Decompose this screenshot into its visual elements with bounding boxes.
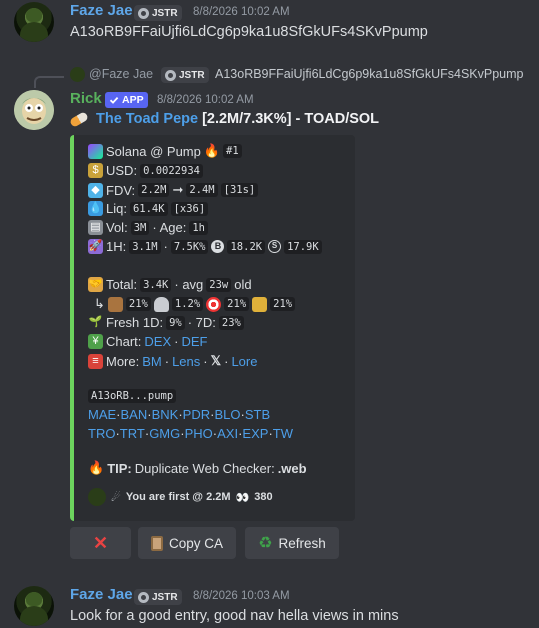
- avatar[interactable]: [14, 2, 54, 42]
- buy-icon: B: [211, 240, 225, 253]
- message-3: Faze Jae JSTR 8/8/2026 10:03 AM Look for…: [0, 584, 539, 628]
- close-icon: ✕: [92, 532, 109, 553]
- box-icon: [107, 296, 123, 312]
- liq-row: 💧 Liq: 61.4K [x36]: [88, 201, 209, 216]
- total-row: 🤝 Total: 3.4K · avg 23w old: [88, 277, 252, 292]
- reply-text: A13oRB9FFaiUjfi6LdCg6p9ka1u8SfGkUFs4SKvP…: [215, 67, 524, 81]
- fire-icon: 🔥: [203, 143, 221, 158]
- more-row: ≡ More: BM · Lens · 𝕏 · Lore: [88, 353, 257, 369]
- fire-icon: 🔥: [88, 460, 105, 475]
- more-link-lore[interactable]: Lore: [231, 354, 257, 369]
- contract-address[interactable]: A13oRB...pump: [88, 389, 177, 403]
- solana-icon: [88, 143, 103, 159]
- arrow-icon: ➞: [172, 182, 184, 197]
- target-icon: [206, 296, 222, 312]
- trade-link-mae[interactable]: MAE: [88, 407, 116, 422]
- reply-guild-tag: JSTR: [161, 67, 209, 83]
- guild-icon: [138, 591, 149, 603]
- rick-face-icon: [14, 90, 54, 130]
- eyes-icon: 👀: [235, 491, 250, 504]
- author-name[interactable]: Rick: [70, 90, 102, 107]
- branch-icon: ↳: [94, 296, 105, 311]
- usd-row: $ USD: 0.0022934: [88, 163, 203, 178]
- refresh-button[interactable]: ♻ Refresh: [245, 527, 339, 559]
- reply-avatar: [70, 67, 85, 82]
- abacus-icon: ≡: [88, 353, 103, 369]
- trade-link-tw[interactable]: TW: [273, 426, 293, 441]
- author-name[interactable]: Faze Jae: [70, 586, 133, 603]
- developer-icon: [252, 296, 268, 312]
- timestamp: 8/8/2026 10:02 AM: [193, 6, 290, 18]
- bot-avatar[interactable]: [14, 90, 54, 130]
- ghost-icon: [153, 296, 169, 312]
- trade-link-exp[interactable]: EXP: [242, 426, 268, 441]
- trade-link-axi[interactable]: AXI: [217, 426, 238, 441]
- trade-link-stb[interactable]: STB: [245, 407, 270, 422]
- tip-row: 🔥 TIP: Duplicate Web Checker: .web: [88, 460, 307, 476]
- timestamp: 8/8/2026 10:02 AM: [157, 94, 254, 106]
- timestamp: 8/8/2026 10:03 AM: [193, 590, 290, 602]
- seedling-icon: 🌱: [88, 316, 103, 328]
- guild-tag[interactable]: JSTR: [134, 589, 182, 605]
- fdv-row: ◆ FDV: 2.2M ➞ 2.4M [31s]: [88, 182, 259, 198]
- guild-tag[interactable]: JSTR: [134, 5, 182, 21]
- vol-row: ▤ Vol: 3M · Age: 1h: [88, 220, 208, 235]
- chart-link-dex[interactable]: DEX: [144, 334, 171, 349]
- hour-row: 🚀 1H: 3.1M · 7.5K% B 18.2K S 17.9K: [88, 239, 322, 254]
- comet-icon: ☄: [111, 491, 121, 504]
- verified-check-icon: [109, 96, 119, 104]
- trade-links-2: TRO · TRT · GMG · PHO · AXI · EXP · TW: [88, 426, 293, 441]
- trade-link-pho[interactable]: PHO: [185, 426, 213, 441]
- guild-icon: [165, 69, 176, 81]
- handshake-icon: 🤝: [88, 277, 103, 292]
- message-1: Faze Jae JSTR 8/8/2026 10:02 AM A13oRB9F…: [0, 0, 539, 60]
- trade-link-tro[interactable]: TRO: [88, 426, 115, 441]
- footer-avatar: [88, 488, 106, 506]
- chart-link-def[interactable]: DEF: [181, 334, 207, 349]
- token-title-link[interactable]: The Toad Pepe: [96, 111, 198, 127]
- rank-badge: #1: [223, 144, 242, 158]
- yen-chart-icon: ¥: [88, 334, 103, 349]
- message-text: Look for a good entry, good nav hella vi…: [70, 608, 399, 624]
- trade-link-ban[interactable]: BAN: [121, 407, 148, 422]
- more-link-lens[interactable]: Lens: [172, 354, 200, 369]
- trade-link-trt[interactable]: TRT: [120, 426, 145, 441]
- message-text: A13oRB9FFaiUjfi6LdCg6p9ka1u8SfGkUFs4SKvP…: [70, 24, 428, 40]
- clipboard-icon: [150, 535, 163, 551]
- trade-link-gmg[interactable]: GMG: [149, 426, 180, 441]
- reply-author[interactable]: @Faze Jae: [89, 67, 153, 81]
- app-badge: APP: [105, 92, 148, 108]
- droplets-icon: 💧: [88, 201, 103, 216]
- trade-link-bnk[interactable]: BNK: [152, 407, 179, 422]
- contract-row: A13oRB...pump: [88, 389, 177, 403]
- embed-footer: ☄ You are first @ 2.2M 👀 380: [88, 488, 273, 506]
- guild-icon: [138, 7, 149, 19]
- avatar[interactable]: [14, 586, 54, 626]
- bar-chart-icon: ▤: [88, 220, 103, 235]
- embed-title: The Toad Pepe [2.2M/7.3K%] - TOAD/SOL: [68, 110, 380, 128]
- token-title-rest: [2.2M/7.3K%] - TOAD/SOL: [202, 111, 380, 127]
- chart-row: ¥ Chart: DEX · DEF: [88, 334, 207, 349]
- token-embed: Solana @ Pump 🔥 #1 $ USD: 0.0022934 ◆ FD…: [70, 135, 355, 521]
- money-bag-icon: $: [88, 163, 103, 178]
- pill-icon: [68, 110, 90, 128]
- more-link-x[interactable]: 𝕏: [211, 353, 221, 369]
- holders-row: ↳ 21% 1.2% 21% 21%: [94, 296, 296, 312]
- trade-link-pdr[interactable]: PDR: [183, 407, 210, 422]
- trade-links-1: MAE · BAN · BNK · PDR · BLO · STB: [88, 407, 271, 422]
- fresh-row: 🌱 Fresh 1D: 9% · 7D: 23%: [88, 315, 244, 330]
- more-link-bm[interactable]: BM: [142, 354, 162, 369]
- reply-preview[interactable]: @Faze Jae JSTR A13oRB9FFaiUjfi6LdCg6p9ka…: [0, 66, 539, 84]
- sell-icon: S: [268, 240, 282, 253]
- chain-row: Solana @ Pump 🔥 #1: [88, 143, 242, 159]
- rocket-icon: 🚀: [88, 239, 103, 254]
- close-button[interactable]: ✕: [70, 527, 131, 559]
- recycle-icon: ♻: [258, 535, 273, 552]
- copy-ca-button[interactable]: Copy CA: [138, 527, 236, 559]
- trade-link-blo[interactable]: BLO: [214, 407, 240, 422]
- author-name[interactable]: Faze Jae: [70, 2, 133, 19]
- gem-icon: ◆: [88, 182, 103, 198]
